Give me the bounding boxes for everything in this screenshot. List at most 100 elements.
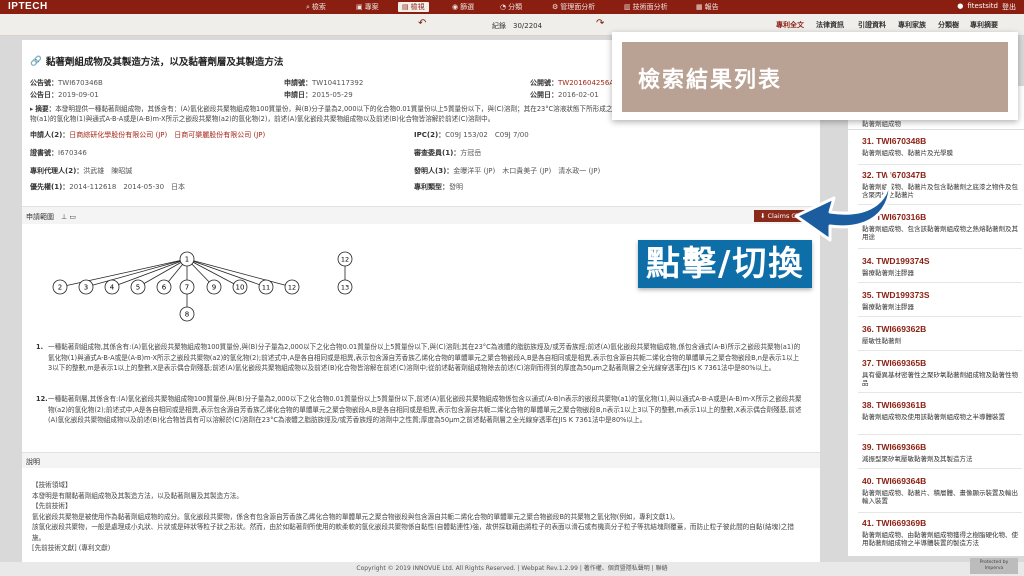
result-item[interactable]: 38. TWI669361B 黏著劑組成物及使用該黏著劑組成物之半導體裝置 — [862, 400, 1022, 421]
user-menu[interactable]: ● fitestsitd 登出 — [957, 2, 1016, 12]
claim-item: 1. 一種黏著劑組成物,其係含有:(A)氫化嵌段共聚物組成物100質量份,與(B… — [36, 343, 801, 372]
svg-text:12: 12 — [288, 284, 296, 292]
svg-text:3: 3 — [84, 284, 88, 292]
pub-no: 公告號：TWI670346B — [30, 79, 103, 87]
search-icon: ⌕ — [306, 2, 310, 11]
tree-node[interactable]: 8 — [179, 306, 195, 322]
annotation-callout: 點擊/切換 — [638, 240, 813, 288]
nav-filter[interactable]: ◉ 篩選 — [452, 2, 474, 12]
priority: 優先權(1)：2014-112618 2014-05-30 日本 — [30, 183, 186, 191]
patent-type: 專利類型：發明 — [414, 183, 463, 191]
user-icon: ● — [957, 2, 964, 10]
document-icon[interactable]: ▭ — [69, 213, 76, 221]
patent-title: 🔗 黏著劑組成物及其製造方法，以及黏著劑層及其製造方法 — [30, 55, 284, 69]
banner-fill: 檢索結果列表 — [622, 42, 1008, 112]
report-icon: ▦ — [696, 3, 703, 11]
tree-node[interactable]: 12 — [337, 251, 353, 267]
link-icon[interactable]: 🔗 — [30, 56, 42, 67]
footer: Copyright © 2019 INNOVUE Ltd. All Rights… — [0, 562, 1024, 576]
cert-no: 證書號：I670346 — [30, 149, 87, 157]
results-list: 黏著劑組成物 31. TWI670348B 黏著劑組成物、黏著片及光學膜 32. … — [848, 86, 1024, 556]
redo-icon[interactable]: ↷ — [596, 18, 604, 29]
svg-text:6: 6 — [162, 284, 167, 292]
divider — [858, 434, 1022, 435]
result-item[interactable]: 31. TWI670348B 黏著劑組成物、黏著片及光學膜 — [862, 136, 1022, 157]
description: 【技術領域】 本發明是有關黏著劑組成物及其製造方法，以及黏著劑層及其製造方法。 … — [32, 481, 794, 552]
nav-project[interactable]: ▣ 專案 — [356, 2, 379, 12]
app-date: 申請日：2015-05-29 — [284, 91, 353, 99]
svg-text:12: 12 — [341, 256, 349, 264]
gear-icon: ⚙ — [552, 3, 559, 11]
svg-text:11: 11 — [262, 284, 270, 292]
nav-search[interactable]: ⌕ 檢索 — [306, 2, 326, 12]
agent: 專利代理人(2)：洪武雄 陳昭誠 — [30, 167, 133, 175]
tree-icon[interactable]: ⊥ — [61, 213, 67, 221]
top-nav: IPTECH ⌕ 檢索 ▣ 專案 ▤ 檢視 ◉ 篩選 ◔ 分類 ⚙ 管理面分析 ▥ 技術面分析… — [0, 0, 1024, 14]
divider — [858, 468, 1022, 469]
tree-node[interactable]: 3 — [78, 279, 94, 295]
tab-legal-info[interactable]: 法律資訊 — [816, 20, 844, 30]
svg-text:4: 4 — [110, 284, 115, 292]
logout-link[interactable]: 登出 — [1002, 2, 1016, 12]
nav-tech-analysis[interactable]: ▥ 技術面分析 — [624, 2, 668, 12]
result-item[interactable]: 37. TWI669365B 具有優異基材密著性之聚矽氧黏著劑組成物及黏著性物品 — [862, 358, 1022, 387]
svg-text:2: 2 — [58, 284, 62, 292]
svg-text:9: 9 — [212, 284, 216, 292]
search-icon: ▤ — [402, 3, 409, 11]
tree-node[interactable]: 1 — [179, 251, 195, 267]
pie-icon: ◔ — [500, 3, 507, 11]
annotation-banner: 檢索結果列表 — [612, 32, 1018, 120]
claims-tree: 1 2 3 4 5 6 7 8 9 10 11 12 12 13 — [52, 251, 353, 322]
ipc: IPC(2)：C09J 153/02 C09J 7/00 — [414, 131, 529, 139]
pub-date: 公告日：2019-09-01 — [30, 91, 99, 99]
claims-header: 申請範圍 ⊥ ▭ ⬇ Claims Chart — [22, 206, 820, 224]
security-badge: Protected by Imperva — [970, 558, 1018, 574]
divider — [858, 392, 1022, 393]
folder-icon: ▣ — [356, 3, 363, 11]
chart-icon: ▥ — [624, 3, 631, 11]
result-item[interactable]: 39. TWI669366B 減振型聚矽氧壓敏黏著劑及其製造方法 — [862, 442, 1022, 463]
svg-text:1: 1 — [185, 256, 189, 264]
result-item[interactable]: 35. TWD199373S 醫療黏著劑注膠器 — [862, 290, 1022, 311]
svg-text:8: 8 — [185, 311, 189, 319]
tree-node[interactable]: 2 — [52, 279, 68, 295]
nav-view[interactable]: ▤ 檢視 — [398, 2, 429, 12]
nav-report[interactable]: ▦ 報告 — [696, 2, 719, 12]
record-counter: 紀錄 30/2204 — [492, 22, 543, 30]
tree-node[interactable]: 9 — [206, 279, 222, 295]
result-item[interactable]: 36. TWI669362B 壓敏性黏著劑 — [862, 324, 1022, 345]
claim-item: 12. 一種黏著劑層,其係含有:(A)氫化嵌段共聚物組成物100質量份,與(B)… — [36, 395, 802, 424]
divider — [858, 282, 1022, 283]
nav-classify[interactable]: ◔ 分類 — [500, 2, 522, 12]
divider — [858, 512, 1022, 513]
app-no: 申請號：TW104117392 — [284, 79, 364, 87]
divider — [858, 350, 1022, 351]
tree-node[interactable]: 7 — [179, 279, 195, 295]
description-header: 說明 — [22, 452, 820, 468]
svg-text:5: 5 — [136, 284, 140, 292]
undo-icon[interactable]: ↶ — [418, 18, 426, 29]
tree-node[interactable]: 12 — [284, 279, 300, 295]
svg-text:10: 10 — [236, 284, 245, 292]
tree-node[interactable]: 6 — [156, 279, 172, 295]
open-date: 公開日：2016-02-01 — [530, 91, 599, 99]
svg-text:7: 7 — [185, 284, 189, 292]
result-item[interactable]: 41. TWI669369B 黏著劑組成物、由黏著劑組成物獲得之樹脂硬化物、使用黏… — [862, 518, 1022, 547]
result-item[interactable]: 40. TWI669364B 黏著劑組成物、黏著片、積層體、畫像顯示裝置及輸出輸入… — [862, 476, 1022, 505]
tab-citations[interactable]: 引證資料 — [858, 20, 886, 30]
tab-class-tree[interactable]: 分類樹 — [938, 20, 959, 30]
applicant: 申請人(2)：日商綜研化學股份有限公司 (JP) 日商可樂麗股份有限公司 (JP… — [30, 131, 266, 139]
tree-node[interactable]: 13 — [337, 279, 353, 295]
nav-management-analysis[interactable]: ⚙ 管理面分析 — [552, 2, 595, 12]
tree-node[interactable]: 4 — [104, 279, 120, 295]
tree-node[interactable]: 10 — [232, 279, 248, 295]
tab-family[interactable]: 專利家族 — [898, 20, 926, 30]
tree-node[interactable]: 5 — [130, 279, 146, 295]
examiner: 審查委員(1)：方冠岳 — [414, 149, 482, 157]
download-icon: ⬇ — [760, 212, 768, 220]
logo: IPTECH — [8, 1, 48, 12]
svg-text:13: 13 — [341, 284, 349, 292]
tab-abstract[interactable]: 專利摘要 — [970, 20, 998, 30]
open-no: 公開號：TW201604256A — [530, 79, 615, 87]
tree-node[interactable]: 11 — [258, 279, 274, 295]
